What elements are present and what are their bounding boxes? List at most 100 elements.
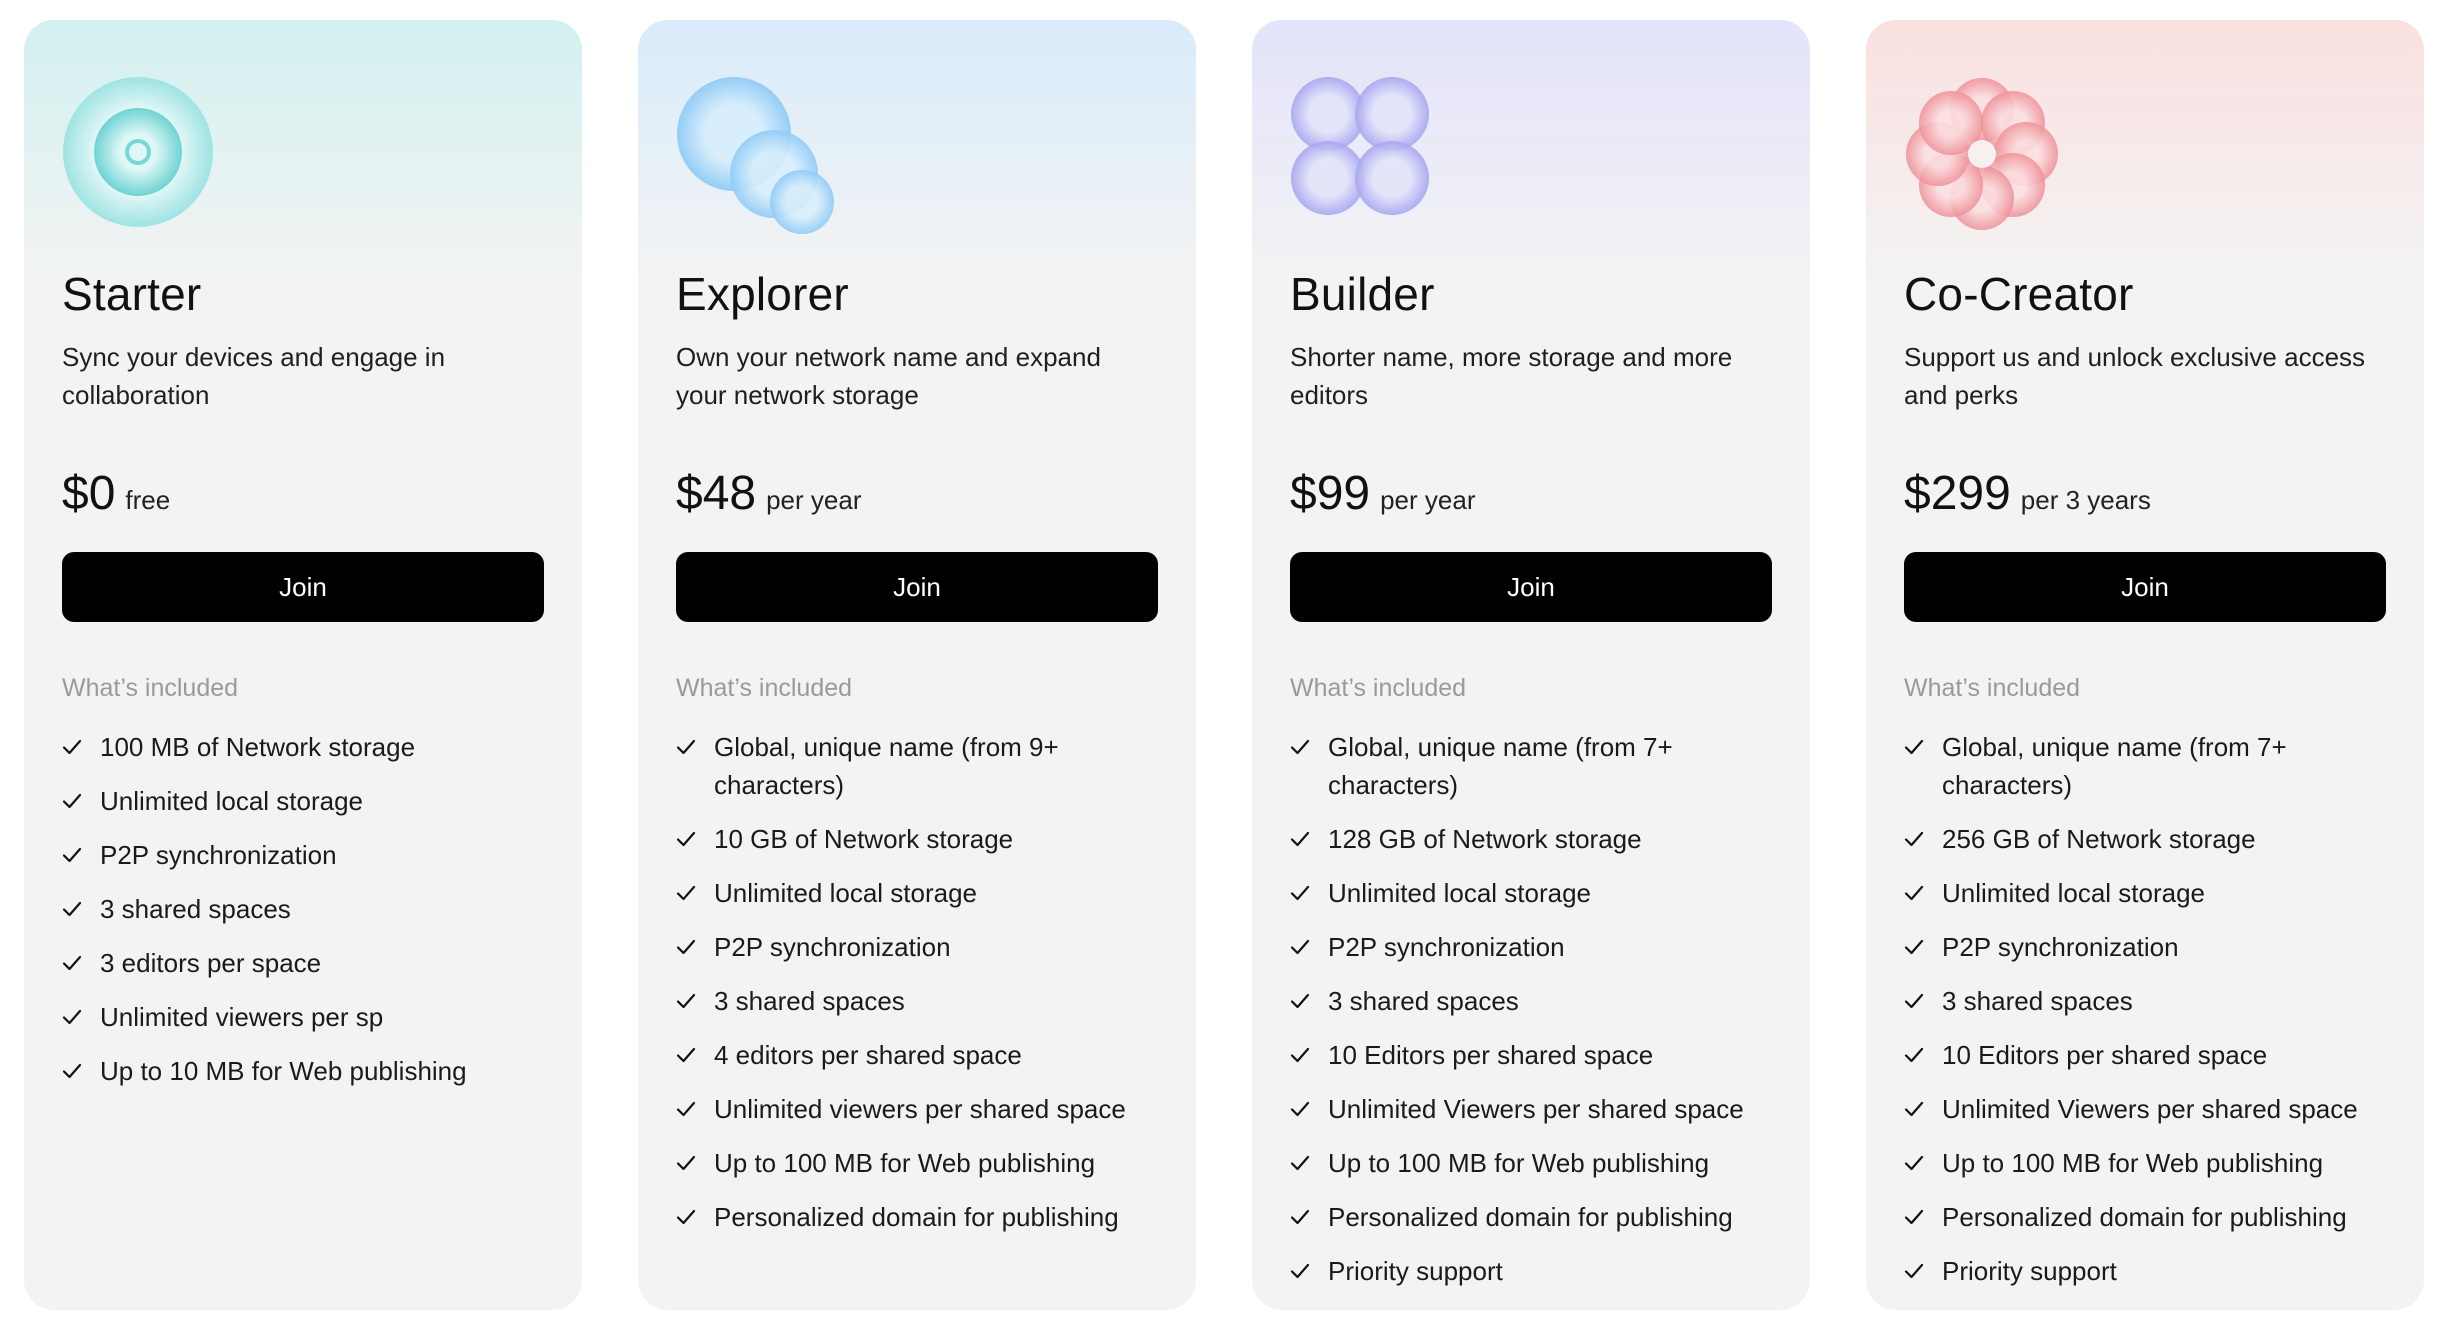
check-icon	[1904, 1144, 1926, 1182]
feature-item: Global, unique name (from 7+ characters)	[1290, 728, 1772, 804]
plan-card-builder: Builder Shorter name, more storage and m…	[1252, 20, 1810, 1310]
feature-item: Up to 100 MB for Web publishing	[1904, 1144, 2386, 1182]
feature-text: Global, unique name (from 7+ characters)	[1328, 732, 1673, 800]
check-icon	[1290, 820, 1312, 858]
check-icon	[676, 1036, 698, 1074]
included-heading: What’s included	[62, 674, 239, 702]
feature-item: Unlimited Viewers per shared space	[1904, 1090, 2386, 1128]
feature-item: 3 shared spaces	[1290, 982, 1772, 1020]
feature-item: Up to 10 MB for Web publishing	[62, 1052, 544, 1090]
join-button-explorer[interactable]: Join	[676, 552, 1158, 622]
check-icon	[676, 728, 698, 766]
check-icon	[1904, 820, 1926, 858]
feature-list: Global, unique name (from 7+ characters)…	[1904, 728, 2386, 1290]
feature-text: Unlimited local storage	[1942, 878, 2206, 908]
plan-period: per year	[1380, 485, 1476, 515]
feature-text: 3 shared spaces	[1328, 986, 1519, 1016]
plan-card-explorer: Explorer Own your network name and expan…	[638, 20, 1196, 1310]
check-icon	[676, 820, 698, 858]
included-heading: What’s included	[1290, 674, 1467, 702]
check-icon	[1904, 1252, 1926, 1290]
check-icon	[1904, 874, 1926, 912]
plan-name: Explorer	[676, 268, 849, 320]
feature-text: Priority support	[1942, 1256, 2117, 1286]
feature-item: 100 MB of Network storage	[62, 728, 544, 766]
plan-name: Builder	[1290, 268, 1435, 320]
feature-text: Unlimited viewers per shared space	[714, 1094, 1126, 1124]
feature-text: Personalized domain for publishing	[1942, 1202, 2347, 1232]
feature-text: 10 Editors per shared space	[1328, 1040, 1654, 1070]
included-heading: What’s included	[676, 674, 853, 702]
plan-price: $299	[1904, 467, 2011, 520]
feature-item: Priority support	[1904, 1252, 2386, 1290]
plan-period: per 3 years	[2020, 485, 2151, 515]
feature-list: Global, unique name (from 7+ characters)…	[1290, 728, 1772, 1290]
feature-text: Unlimited local storage	[714, 878, 978, 908]
feature-item: Unlimited viewers per shared space	[676, 1090, 1158, 1128]
feature-item: Unlimited local storage	[1904, 874, 2386, 912]
plan-name: Co-Creator	[1904, 268, 2134, 320]
feature-item: Priority support	[1290, 1252, 1772, 1290]
plan-card-starter: Starter Sync your devices and engage in …	[24, 20, 582, 1310]
plan-period: free	[125, 485, 171, 515]
feature-item: Unlimited viewers per sp	[62, 998, 544, 1036]
check-icon	[1290, 1198, 1312, 1236]
feature-text: Personalized domain for publishing	[1328, 1202, 1733, 1232]
feature-text: P2P synchronization	[100, 840, 337, 870]
feature-item: 3 shared spaces	[62, 890, 544, 928]
plan-price: $48	[676, 467, 757, 520]
check-icon	[1290, 1090, 1312, 1128]
feature-text: 256 GB of Network storage	[1942, 824, 2256, 854]
plan-description: Sync your devices and engage in collabor…	[62, 342, 446, 410]
feature-text: P2P synchronization	[1942, 932, 2179, 962]
feature-item: Unlimited local storage	[62, 782, 544, 820]
feature-text: 3 shared spaces	[1942, 986, 2133, 1016]
plan-price: $99	[1290, 467, 1371, 520]
check-icon	[62, 782, 84, 820]
join-button-co-creator[interactable]: Join	[1904, 552, 2386, 622]
feature-item: 3 shared spaces	[1904, 982, 2386, 1020]
feature-item: Personalized domain for publishing	[1290, 1198, 1772, 1236]
feature-text: Up to 100 MB for Web publishing	[1328, 1148, 1710, 1178]
feature-item: Global, unique name (from 7+ characters)	[1904, 728, 2386, 804]
feature-item: P2P synchronization	[676, 928, 1158, 966]
feature-item: 10 GB of Network storage	[676, 820, 1158, 858]
check-icon	[676, 1090, 698, 1128]
feature-text: Unlimited local storage	[1328, 878, 1592, 908]
feature-item: P2P synchronization	[1904, 928, 2386, 966]
check-icon	[1904, 1036, 1926, 1074]
check-icon	[1290, 1144, 1312, 1182]
check-icon	[1904, 1090, 1926, 1128]
feature-item: Unlimited local storage	[676, 874, 1158, 912]
plan-price: $0	[62, 467, 116, 520]
check-icon	[62, 836, 84, 874]
feature-text: P2P synchronization	[1328, 932, 1565, 962]
feature-text: 3 shared spaces	[100, 894, 291, 924]
join-button-builder[interactable]: Join	[1290, 552, 1772, 622]
feature-item: Personalized domain for publishing	[1904, 1198, 2386, 1236]
feature-item: 4 editors per shared space	[676, 1036, 1158, 1074]
feature-text: 4 editors per shared space	[714, 1040, 1022, 1070]
check-icon	[62, 998, 84, 1036]
plan-card-co-creator: Co-Creator Support us and unlock exclusi…	[1866, 20, 2424, 1310]
feature-item: 10 Editors per shared space	[1904, 1036, 2386, 1074]
check-icon	[62, 1052, 84, 1090]
check-icon	[1290, 1036, 1312, 1074]
check-icon	[676, 1198, 698, 1236]
feature-item: Personalized domain for publishing	[676, 1198, 1158, 1236]
check-icon	[676, 928, 698, 966]
feature-text: 3 editors per space	[100, 948, 322, 978]
feature-text: P2P synchronization	[714, 932, 951, 962]
feature-item: P2P synchronization	[62, 836, 544, 874]
feature-text: Unlimited local storage	[100, 786, 364, 816]
feature-item: P2P synchronization	[1290, 928, 1772, 966]
check-icon	[1904, 1198, 1926, 1236]
feature-item: Up to 100 MB for Web publishing	[1290, 1144, 1772, 1182]
join-button-starter[interactable]: Join	[62, 552, 544, 622]
feature-item: 128 GB of Network storage	[1290, 820, 1772, 858]
included-heading: What’s included	[1904, 674, 2081, 702]
check-icon	[676, 874, 698, 912]
plan-name: Starter	[62, 268, 202, 320]
plan-period: per year	[766, 485, 862, 515]
check-icon	[1290, 728, 1312, 766]
